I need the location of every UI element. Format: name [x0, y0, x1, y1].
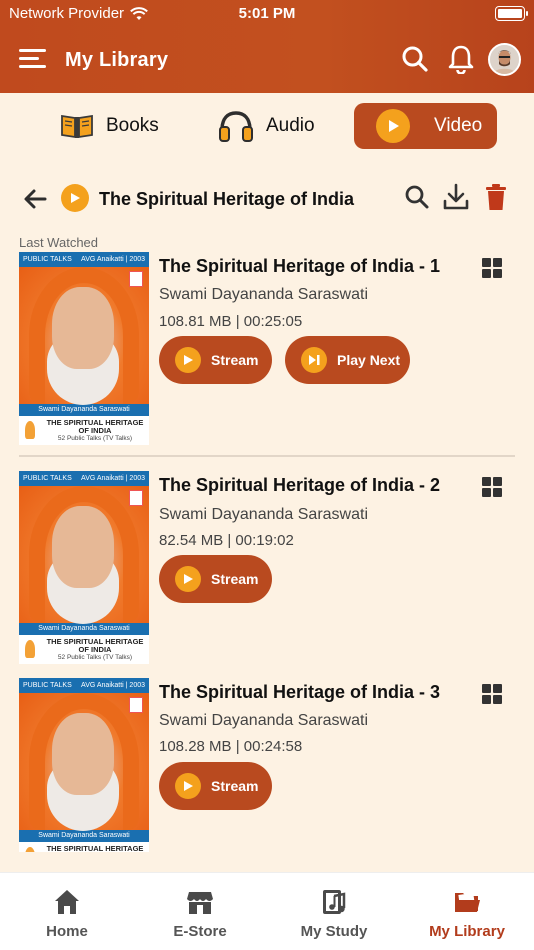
search-icon[interactable]	[401, 45, 429, 73]
thumb-book-title: THE SPIRITUAL HERITAGE OF INDIA	[46, 418, 144, 435]
logo-icon	[129, 490, 143, 506]
playlist-play-icon	[61, 184, 89, 212]
tab-books-label: Books	[106, 115, 159, 136]
media-tabs: Books Audio Video	[0, 103, 534, 149]
thumb-book-title: THE SPIRITUAL HERITAGE OF INDIA	[46, 844, 144, 853]
stream-label: Stream	[211, 352, 259, 368]
thumb-series: PUBLIC TALKS	[23, 475, 72, 482]
status-time: 5:01 PM	[238, 5, 296, 22]
trash-icon[interactable]	[485, 183, 507, 211]
list-item[interactable]: PUBLIC TALKS AVG Anaikatti | 2003 Swami D…	[0, 678, 534, 852]
thumb-venue: AVG Anaikatti | 2003	[81, 682, 145, 689]
play-next-label: Play Next	[337, 352, 401, 368]
stream-button[interactable]: Stream	[159, 336, 272, 384]
stream-button[interactable]: Stream	[159, 555, 272, 603]
item-author: Swami Dayananda Saraswati	[159, 286, 368, 303]
item-title: The Spiritual Heritage of India - 1	[159, 256, 441, 276]
conch-icon	[25, 421, 35, 439]
stream-button[interactable]: Stream	[159, 762, 272, 810]
folder-icon	[455, 892, 480, 912]
nav-my-library[interactable]: My Library	[400, 873, 534, 950]
nav-home-label: Home	[46, 923, 88, 940]
toolbar: My Library	[0, 38, 534, 82]
thumb-venue: AVG Anaikatti | 2003	[81, 256, 145, 263]
nav-my-library-label: My Library	[429, 923, 505, 940]
last-watched-label: Last Watched	[19, 235, 99, 250]
download-icon[interactable]	[443, 183, 469, 211]
search-icon[interactable]	[404, 184, 430, 210]
item-title: The Spiritual Heritage of India - 2	[159, 475, 441, 495]
conch-icon	[25, 640, 35, 658]
item-author: Swami Dayananda Saraswati	[159, 506, 368, 523]
list-item[interactable]: PUBLIC TALKS AVG Anaikatti | 2003 Swami D…	[0, 471, 534, 671]
logo-icon	[129, 697, 143, 713]
thumb-speaker: Swami Dayananda Saraswati	[19, 830, 149, 842]
grid-icon[interactable]	[482, 684, 502, 704]
thumb-book-title: THE SPIRITUAL HERITAGE OF INDIA	[46, 637, 144, 654]
play-icon	[376, 109, 410, 143]
headphones-icon	[219, 111, 253, 142]
menu-icon[interactable]	[19, 47, 46, 71]
nav-estore[interactable]: E-Store	[133, 873, 267, 950]
nav-my-study-label: My Study	[300, 923, 368, 940]
video-thumbnail[interactable]: PUBLIC TALKS AVG Anaikatti | 2003 Swami D…	[19, 252, 149, 445]
bell-icon[interactable]	[447, 44, 475, 74]
item-title: The Spiritual Heritage of India - 3	[159, 682, 441, 702]
nav-my-study[interactable]: My Study	[267, 873, 401, 950]
video-thumbnail[interactable]: PUBLIC TALKS AVG Anaikatti | 2003 Swami D…	[19, 678, 149, 852]
book-icon	[61, 114, 93, 139]
item-meta: 82.54 MB | 00:19:02	[159, 532, 294, 549]
tab-audio-label: Audio	[266, 115, 315, 136]
thumb-series: PUBLIC TALKS	[23, 256, 72, 263]
play-icon	[175, 566, 201, 592]
home-icon	[55, 890, 79, 914]
item-meta: 108.81 MB | 00:25:05	[159, 313, 303, 330]
battery-icon	[495, 6, 528, 21]
divider	[19, 455, 515, 457]
playlist-title: The Spiritual Heritage of India	[99, 189, 355, 209]
back-arrow-icon[interactable]	[23, 188, 47, 210]
logo-icon	[129, 271, 143, 287]
nav-estore-label: E-Store	[173, 923, 227, 940]
playlist-header: The Spiritual Heritage of India	[0, 180, 534, 218]
play-icon	[175, 347, 201, 373]
tab-video[interactable]: Video	[354, 103, 497, 149]
stream-label: Stream	[211, 571, 259, 587]
play-next-button[interactable]: Play Next	[285, 336, 410, 384]
thumb-speaker: Swami Dayananda Saraswati	[19, 623, 149, 635]
thumb-series: PUBLIC TALKS	[23, 682, 72, 689]
grid-icon[interactable]	[482, 258, 502, 278]
thumb-talks: 52 Public Talks (TV Talks)	[57, 654, 133, 661]
bottom-nav: Home E-Store My Study My Library	[0, 872, 534, 950]
store-icon	[187, 892, 213, 914]
item-meta: 108.28 MB | 00:24:58	[159, 738, 303, 755]
grid-icon[interactable]	[482, 477, 502, 497]
tab-audio[interactable]: Audio	[218, 103, 315, 149]
app-bar: Network Provider 5:01 PM My Library	[0, 0, 534, 93]
thumb-talks: 52 Public Talks (TV Talks)	[57, 435, 133, 442]
thumb-speaker: Swami Dayananda Saraswati	[19, 404, 149, 416]
conch-icon	[25, 847, 35, 852]
video-thumbnail[interactable]: PUBLIC TALKS AVG Anaikatti | 2003 Swami D…	[19, 471, 149, 664]
tab-books[interactable]: Books	[60, 103, 159, 149]
status-bar: Network Provider 5:01 PM	[0, 0, 534, 28]
avatar-photo	[490, 45, 519, 74]
nav-home[interactable]: Home	[0, 873, 134, 950]
thumb-venue: AVG Anaikatti | 2003	[81, 475, 145, 482]
item-author: Swami Dayananda Saraswati	[159, 712, 368, 729]
avatar[interactable]	[488, 43, 521, 76]
tab-video-label: Video	[434, 115, 483, 136]
study-icon	[323, 890, 346, 914]
stream-label: Stream	[211, 778, 259, 794]
skip-next-icon	[301, 347, 327, 373]
play-icon	[175, 773, 201, 799]
list-item[interactable]: PUBLIC TALKS AVG Anaikatti | 2003 Swami D…	[0, 252, 534, 462]
page-title: My Library	[65, 49, 169, 71]
